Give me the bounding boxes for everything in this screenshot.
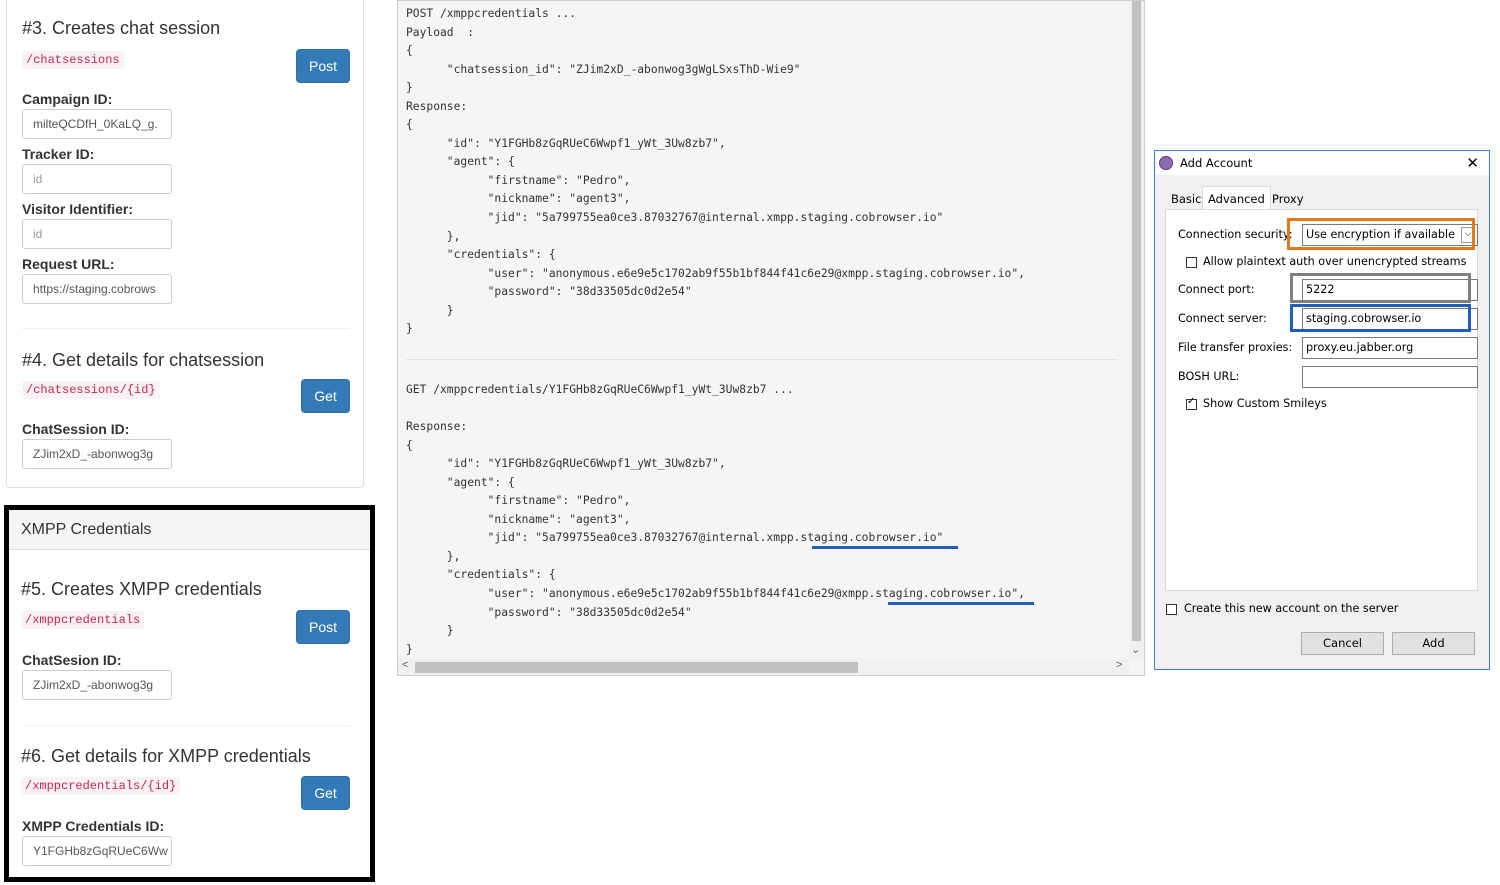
post-chatsession-button[interactable]: Post xyxy=(296,49,350,83)
tracker-id-label: Tracker ID: xyxy=(22,146,95,162)
endpoint-xmppcredentials-id: /xmppcredentials/{id} xyxy=(21,777,181,795)
endpoint-xmppcredentials: /xmppcredentials xyxy=(21,611,145,629)
campaign-id-input[interactable]: milteQCDfH_0KaLQ_g. xyxy=(22,109,172,139)
horizontal-scroll-thumb[interactable] xyxy=(415,662,858,673)
chatsesion-id-label: ChatSesion ID: xyxy=(22,652,122,668)
add-button[interactable]: Add xyxy=(1392,632,1475,655)
create-account-checkbox[interactable] xyxy=(1166,604,1177,615)
xmpp-credentials-card: XMPP Credentials #5. Creates XMPP creden… xyxy=(4,505,375,882)
chatsession-id-label: ChatSession ID: xyxy=(22,421,130,437)
vertical-scroll-thumb[interactable] xyxy=(1132,1,1141,641)
log-get-block: GET /xmppcredentials/Y1FGHb8zGqRUeC6Wwpf… xyxy=(406,383,1025,656)
create-account-label: Create this new account on the server xyxy=(1184,602,1399,615)
allow-plaintext-label: Allow plaintext auth over unencrypted st… xyxy=(1203,255,1467,268)
endpoint-chatsessions-id: /chatsessions/{id} xyxy=(22,381,160,399)
highlight-connect-server xyxy=(1290,304,1471,332)
scroll-left-icon[interactable]: < xyxy=(402,659,408,671)
request-url-input[interactable]: https://staging.cobrows xyxy=(22,274,172,304)
log-post-block: POST /xmppcredentials ... Payload : { "c… xyxy=(406,7,1025,336)
connect-port-label: Connect port: xyxy=(1178,283,1255,296)
scroll-down-icon[interactable]: ⌄ xyxy=(1131,643,1140,656)
pidgin-app-icon xyxy=(1159,156,1173,170)
chatsession-id-input[interactable]: ZJim2xD_-abonwog3g xyxy=(22,439,172,469)
show-custom-smileys-checkbox[interactable]: ✓ xyxy=(1186,396,1197,410)
checkmark-icon: ✓ xyxy=(1187,396,1196,407)
dialog-titlebar: Add Account ✕ xyxy=(1155,151,1489,175)
highlight-connection-security xyxy=(1287,218,1475,250)
vertical-scrollbar[interactable]: ⌄ xyxy=(1129,1,1144,659)
tab-advanced[interactable]: Advanced xyxy=(1202,186,1271,211)
xmpp-credentials-header: XMPP Credentials xyxy=(9,510,370,550)
visitor-identifier-label: Visitor Identifier: xyxy=(22,201,133,217)
divider xyxy=(22,725,350,726)
file-transfer-proxies-input[interactable]: proxy.eu.jabber.org xyxy=(1302,337,1478,359)
section-5-title: #5. Creates XMPP credentials xyxy=(21,579,262,599)
tab-basic-label: Basic xyxy=(1171,192,1202,206)
horizontal-scrollbar[interactable]: < > xyxy=(398,659,1129,675)
tab-proxy[interactable]: Proxy xyxy=(1267,189,1309,209)
section-6-title: #6. Get details for XMPP credentials xyxy=(21,746,311,766)
tab-proxy-label: Proxy xyxy=(1272,192,1304,206)
dialog-title: Add Account xyxy=(1180,156,1253,170)
get-chatsession-button[interactable]: Get xyxy=(301,379,350,413)
scroll-right-icon[interactable]: > xyxy=(1116,659,1122,671)
add-account-dialog: Add Account ✕ Basic Advanced Proxy Conne… xyxy=(1154,150,1490,670)
get-xmpp-credentials-button[interactable]: Get xyxy=(301,776,350,810)
tab-advanced-label: Advanced xyxy=(1208,192,1265,206)
request-url-label: Request URL: xyxy=(22,256,115,272)
campaign-id-label: Campaign ID: xyxy=(22,91,113,107)
endpoint-chatsessions: /chatsessions xyxy=(22,51,124,69)
allow-plaintext-checkbox[interactable] xyxy=(1186,257,1197,268)
visitor-identifier-input[interactable]: id xyxy=(22,219,172,249)
bosh-url-label: BOSH URL: xyxy=(1178,370,1240,383)
tracker-id-input[interactable]: id xyxy=(22,164,172,194)
tab-basic[interactable]: Basic xyxy=(1166,189,1206,209)
divider xyxy=(22,328,350,329)
highlight-connect-port xyxy=(1290,273,1471,303)
response-log-pane[interactable]: POST /xmppcredentials ... Payload : { "c… xyxy=(397,0,1145,676)
chatsession-card: #3. Creates chat session /chatsessions P… xyxy=(6,0,364,488)
cancel-button[interactable]: Cancel xyxy=(1301,632,1384,655)
advanced-tab-page: Connection security: Use encryption if a… xyxy=(1165,209,1478,591)
section-4-title: #4. Get details for chatsession xyxy=(22,350,265,370)
bosh-url-input[interactable] xyxy=(1302,366,1478,388)
log-divider xyxy=(406,359,1118,360)
connection-security-label: Connection security: xyxy=(1178,228,1293,241)
section-3-title: #3. Creates chat session xyxy=(22,18,221,38)
xmpp-credentials-id-label: XMPP Credentials ID: xyxy=(22,818,165,834)
close-icon[interactable]: ✕ xyxy=(1466,154,1479,172)
connect-server-label: Connect server: xyxy=(1178,312,1267,325)
chatsesion-id-input[interactable]: ZJim2xD_-abonwog3g xyxy=(22,670,172,700)
show-custom-smileys-label: Show Custom Smileys xyxy=(1203,397,1327,410)
post-xmpp-credentials-button[interactable]: Post xyxy=(296,610,350,644)
underline-annotation xyxy=(888,602,1034,605)
xmpp-credentials-heading: XMPP Credentials xyxy=(21,521,152,538)
file-transfer-proxies-label: File transfer proxies: xyxy=(1178,341,1293,354)
underline-annotation xyxy=(812,546,958,549)
xmpp-credentials-id-input[interactable]: Y1FGHb8zGqRUeC6Ww xyxy=(22,836,172,866)
